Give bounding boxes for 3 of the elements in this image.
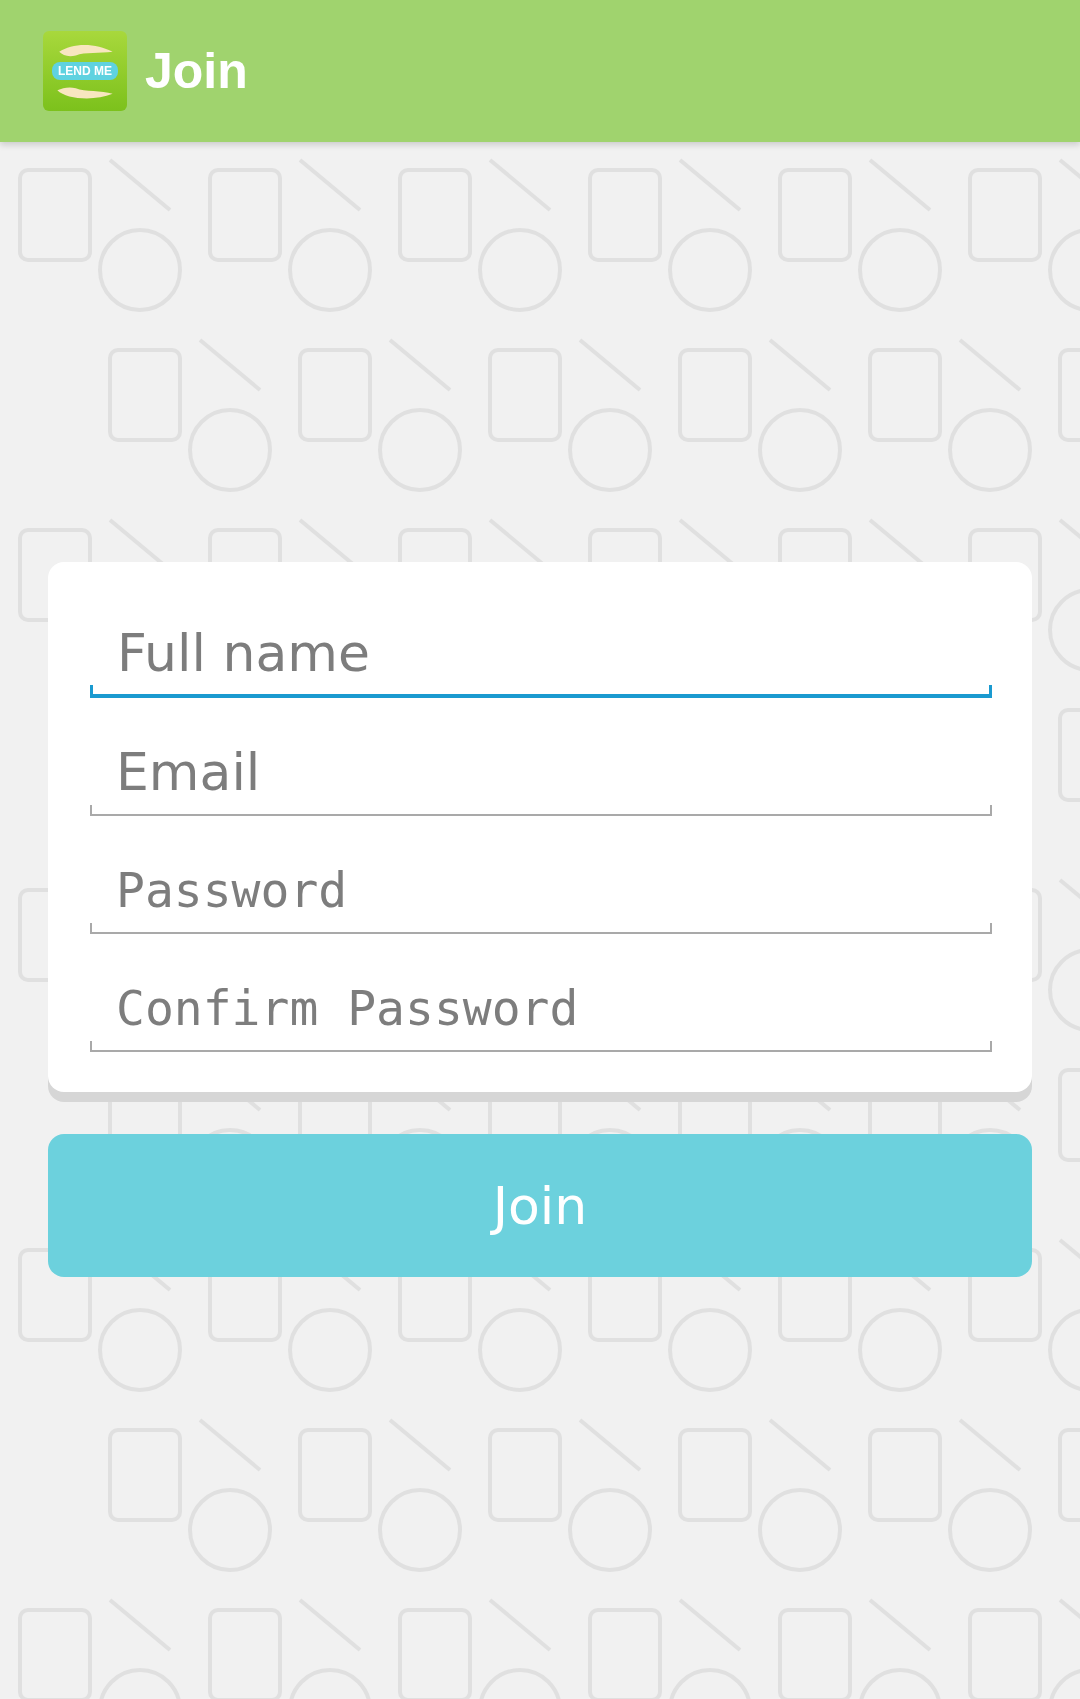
logo-text: LEND ME [52,62,118,80]
join-button[interactable]: Join [48,1134,1032,1277]
page-title: Join [145,42,248,100]
